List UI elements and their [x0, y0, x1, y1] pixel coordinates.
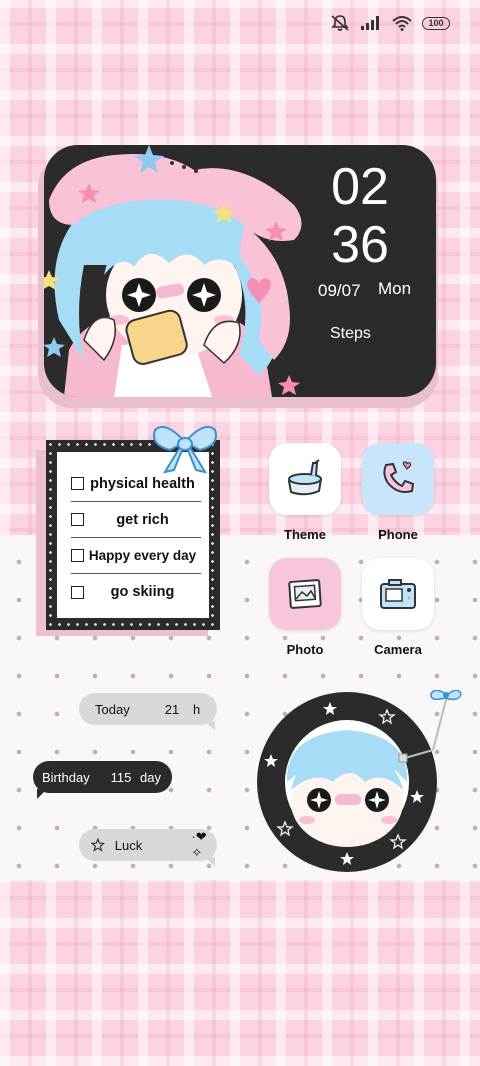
steps-label: Steps	[330, 325, 371, 342]
record-photo-widget[interactable]	[255, 690, 470, 875]
app-phone[interactable]: Phone	[362, 443, 434, 542]
app-tile[interactable]	[362, 558, 434, 630]
todo-list: physical health get rich Happy every day…	[57, 452, 209, 618]
mute-icon	[331, 15, 349, 31]
clock-minute: 36	[331, 216, 389, 274]
app-label: Camera	[374, 642, 422, 657]
bubble-tail	[205, 721, 215, 731]
wifi-icon	[392, 16, 412, 31]
clock-date: 09/07	[318, 281, 361, 300]
today-label: Today	[95, 701, 130, 717]
todo-item[interactable]: get rich	[71, 502, 201, 538]
today-value: 21	[164, 701, 180, 717]
bubble-tail	[37, 789, 47, 799]
app-theme[interactable]: Theme	[269, 443, 341, 542]
battery-indicator: 100	[422, 16, 450, 30]
today-bubble[interactable]: Today 21 h	[79, 693, 217, 731]
today-unit: h	[193, 701, 201, 717]
star-outline-icon	[91, 838, 105, 852]
luck-label: Luck	[114, 837, 143, 853]
todo-checkbox[interactable]	[71, 549, 84, 562]
clock-widget[interactable]: 02 36 09/07 Mon Steps	[44, 145, 436, 397]
status-bar: 100	[330, 12, 450, 34]
app-tile[interactable]	[269, 558, 341, 630]
bubble-tail	[205, 857, 215, 867]
paint-jar-icon	[287, 459, 323, 496]
ribbon-bow-icon	[153, 426, 217, 474]
todo-item-label: Happy every day	[88, 548, 197, 563]
app-label: Theme	[284, 527, 326, 542]
todo-item-label: go skiing	[110, 584, 175, 600]
todo-item[interactable]: Happy every day	[71, 538, 201, 574]
app-tile[interactable]	[362, 443, 434, 515]
phone-icon	[383, 461, 415, 493]
app-label: Phone	[378, 527, 418, 542]
todo-checkbox[interactable]	[71, 477, 84, 490]
todo-item-label: physical health	[90, 475, 195, 492]
luck-bubble[interactable]: Luck ·❤✧	[79, 829, 217, 867]
photo-frame-icon	[288, 579, 322, 609]
anime-girl-illustration	[44, 145, 302, 397]
clock-hour: 02	[331, 158, 389, 216]
app-label: Photo	[286, 642, 324, 657]
signal-icon	[361, 16, 379, 30]
todo-item-label: get rich	[116, 511, 169, 528]
birthday-unit: day	[140, 769, 161, 785]
birthday-value: 115	[110, 769, 132, 785]
app-camera[interactable]: Camera	[362, 558, 434, 657]
todo-checkbox[interactable]	[71, 513, 84, 526]
camera-icon	[380, 579, 416, 609]
todo-checkbox[interactable]	[71, 585, 84, 599]
app-photo[interactable]: Photo	[269, 558, 341, 657]
birthday-label: Birthday	[42, 769, 90, 785]
todo-item[interactable]: go skiing	[71, 574, 201, 610]
app-tile[interactable]	[269, 443, 341, 515]
birthday-bubble[interactable]: Birthday 115 day	[33, 761, 172, 799]
clock-weekday: Mon	[378, 279, 412, 298]
